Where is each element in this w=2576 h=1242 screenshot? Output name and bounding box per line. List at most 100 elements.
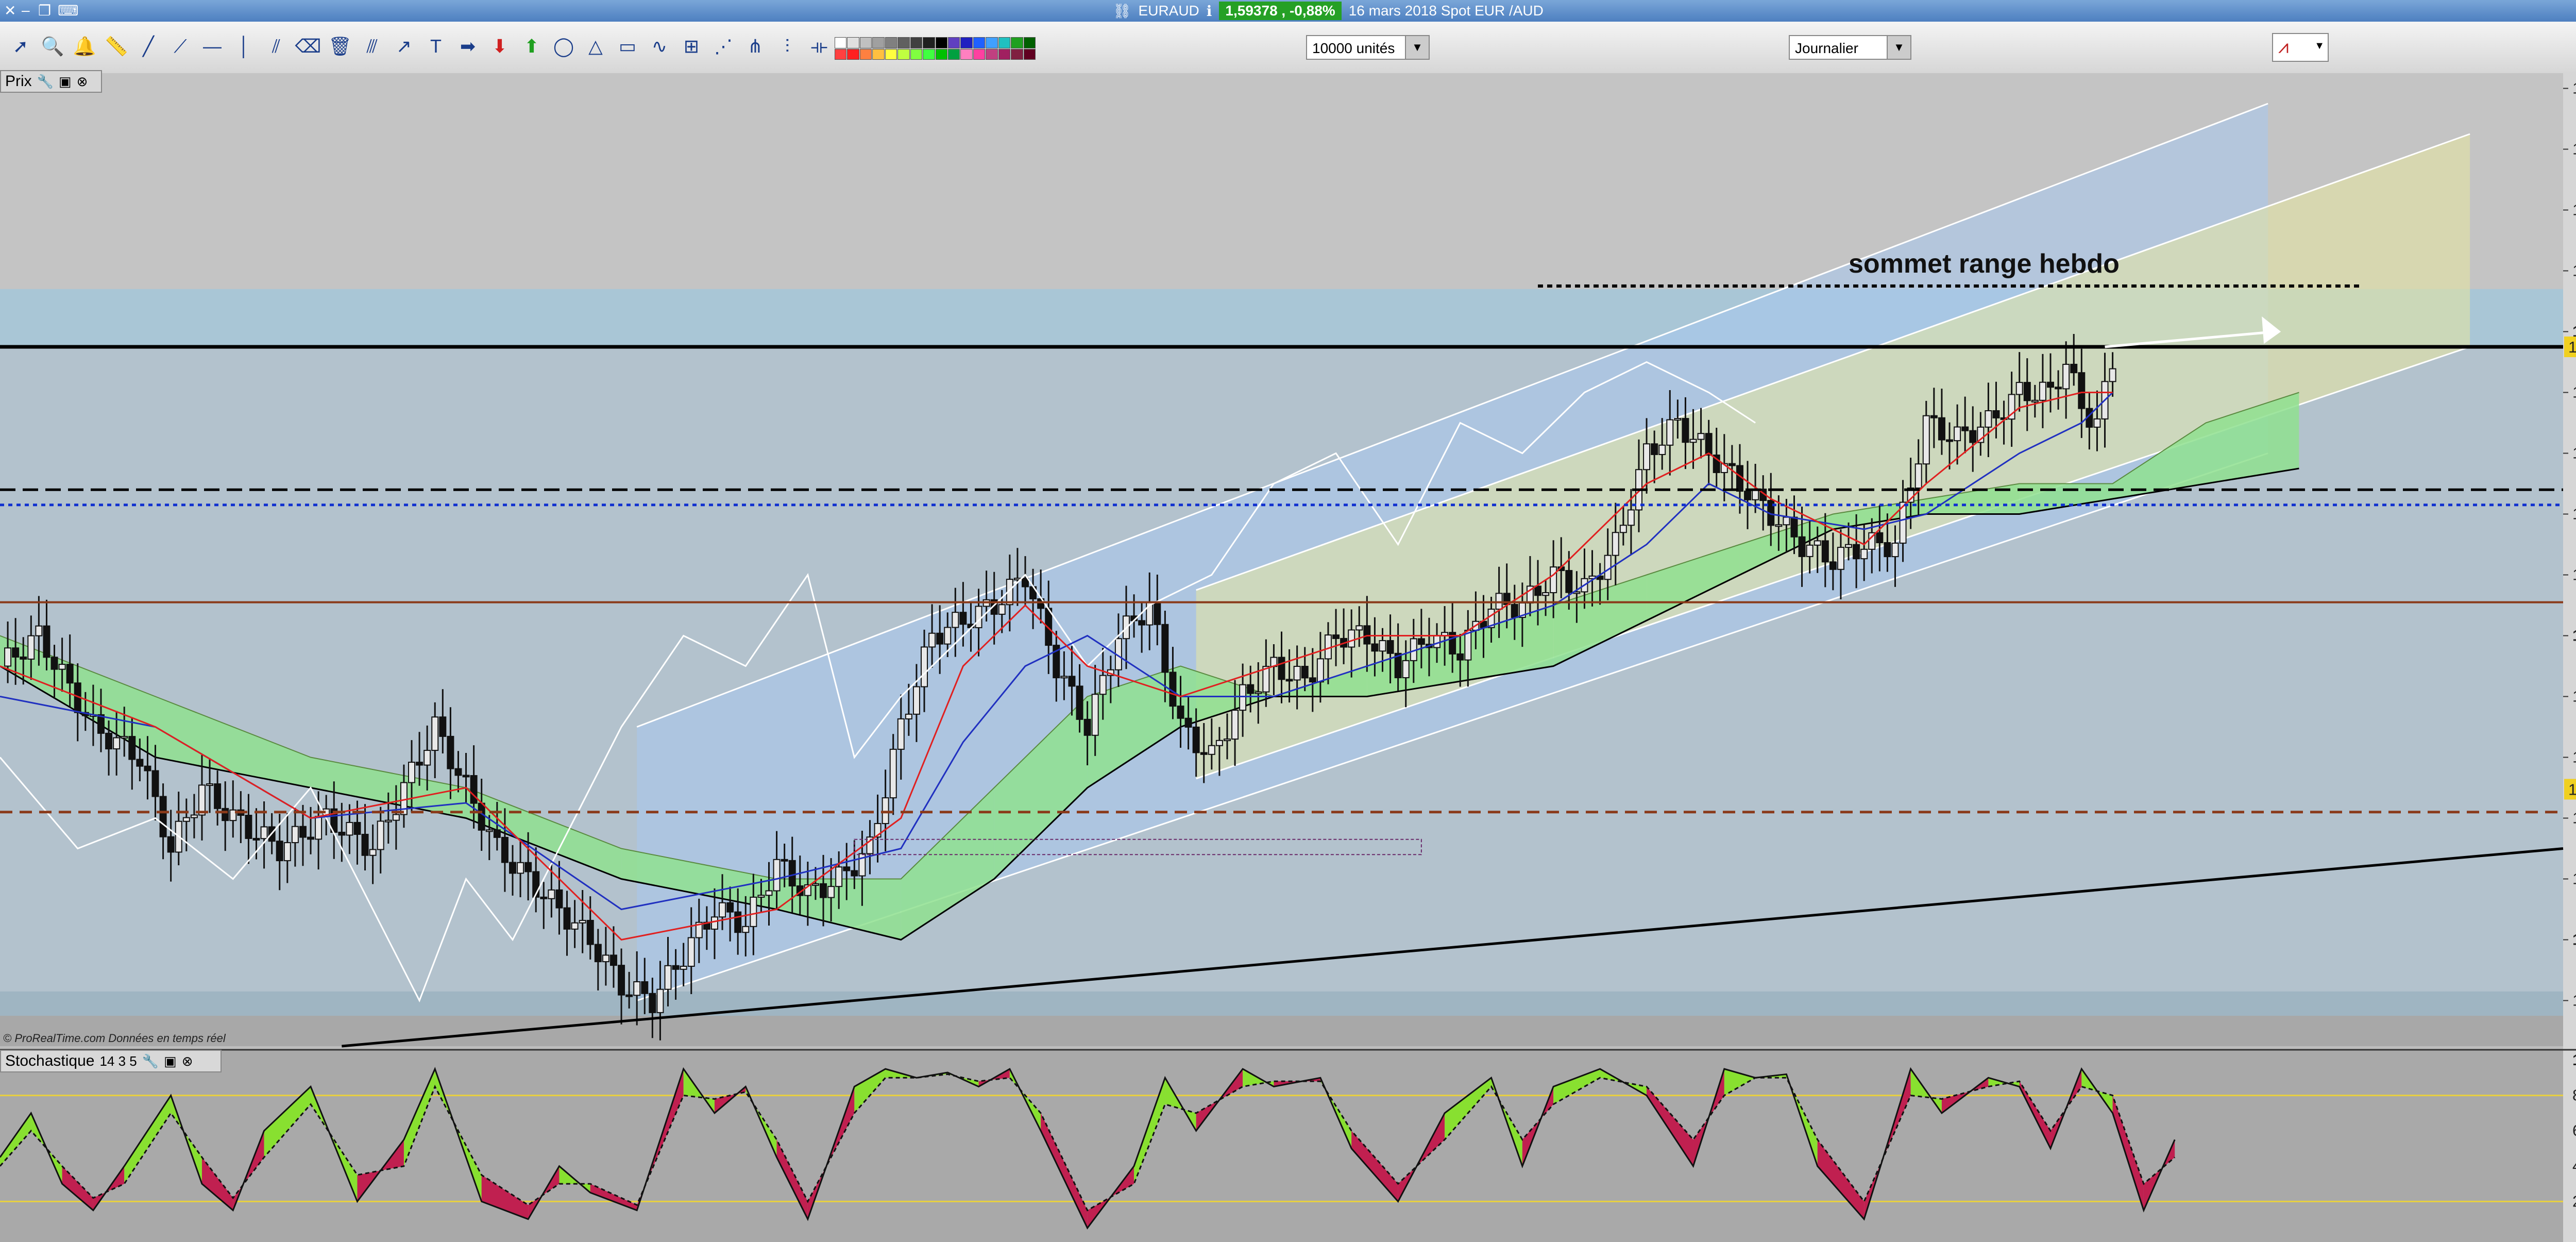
palette-swatch[interactable] (885, 37, 897, 48)
candle-body (346, 821, 353, 836)
minimize-icon[interactable]: – (22, 2, 30, 19)
parallel-channel-icon[interactable]: ⫽ (263, 33, 290, 60)
palette-swatch[interactable] (998, 48, 1011, 60)
sell-arrow-icon[interactable]: ⬇ (486, 33, 513, 60)
palette-swatch[interactable] (960, 48, 973, 60)
palette-swatch[interactable] (986, 37, 998, 48)
indicator-chart-button[interactable]: ⩘ ▼ (2272, 33, 2329, 62)
fibonacci-icon[interactable]: ⫻ (359, 33, 385, 60)
close-icon[interactable]: ✕ (4, 2, 16, 19)
candle-body (423, 750, 431, 766)
palette-swatch[interactable] (973, 48, 986, 60)
ruler-icon[interactable]: 📏 (103, 33, 130, 60)
palette-swatch[interactable] (947, 37, 960, 48)
candle-body (1821, 540, 1829, 563)
palette-swatch[interactable] (986, 48, 998, 60)
chart-area[interactable]: sommet range hebdo 1,38 1,4 1,42 1,44 1,46 1,… (0, 73, 2576, 1242)
right-arrow-icon[interactable]: ➡ (454, 33, 481, 60)
wave-icon[interactable]: ∿ (646, 33, 673, 60)
palette-swatch[interactable] (859, 48, 872, 60)
palette-swatch[interactable] (947, 48, 960, 60)
wrench-icon[interactable]: 🔧 (142, 1050, 159, 1072)
window-icon[interactable]: ▣ (59, 70, 72, 93)
rectangle-icon[interactable]: ▭ (614, 33, 641, 60)
price-tick-label: 1,56 (2572, 444, 2576, 462)
candle-body (851, 870, 858, 877)
buy-arrow-icon[interactable]: ⬆ (518, 33, 545, 60)
palette-swatch[interactable] (847, 37, 859, 48)
candle-body (882, 797, 889, 825)
color-palette[interactable] (835, 37, 1036, 60)
quantity-select[interactable]: 10000 unités ▼ (1306, 35, 1430, 60)
palette-swatch[interactable] (923, 37, 935, 48)
palette-swatch[interactable] (872, 37, 885, 48)
price-tick-label: 1,54 (2572, 505, 2576, 523)
arrow-tool-icon[interactable]: ↗ (391, 33, 417, 60)
palette-swatch[interactable] (1011, 37, 1023, 48)
candle-body (369, 849, 377, 856)
horizontal-line-icon[interactable]: — (199, 33, 226, 60)
ray-icon[interactable]: ⟋ (167, 33, 194, 60)
palette-swatch[interactable] (847, 48, 859, 60)
palette-swatch[interactable] (910, 37, 923, 48)
palette-swatch[interactable] (835, 37, 847, 48)
palette-swatch[interactable] (973, 37, 986, 48)
candle-body (1651, 443, 1658, 455)
window-icon[interactable]: ▣ (164, 1050, 177, 1072)
keyboard-icon[interactable]: ⌨ (58, 2, 78, 19)
close-icon[interactable]: ⊗ (77, 70, 88, 93)
palette-swatch[interactable] (998, 37, 1011, 48)
close-icon[interactable]: ⊗ (182, 1050, 193, 1072)
pointer-icon[interactable]: ➚ (7, 33, 34, 60)
candle-body (1177, 706, 1184, 719)
palette-swatch[interactable] (885, 48, 897, 60)
palette-swatch[interactable] (1011, 48, 1023, 60)
wrench-icon[interactable]: 🔧 (37, 70, 54, 93)
candle-body (1914, 463, 1922, 489)
stochastic-panel[interactable] (0, 1049, 2576, 1242)
drawing-toolbar: ➚ 🔍 🔔 📏 ╱ ⟋ — │ ⫽ ⌫ 🗑 ⫻ ↗ T ➡ ⬇ ⬆ ◯ △ ▭ ∿ ⊞ ⋰ ⋔ ⫶ ⟛ 10000 unités … (0, 22, 2576, 74)
chevron-down-icon[interactable]: ▼ (1405, 36, 1429, 59)
eraser-icon[interactable]: ⌫ (295, 33, 321, 60)
candle-body (1215, 740, 1223, 746)
palette-swatch[interactable] (923, 48, 935, 60)
info-icon[interactable]: ℹ (1207, 3, 1212, 20)
candle-body (835, 866, 843, 887)
palette-swatch[interactable] (897, 37, 910, 48)
trash-icon[interactable]: 🗑 (327, 33, 353, 60)
alert-bell-icon[interactable]: 🔔 (71, 33, 98, 60)
gann-icon[interactable]: ⊞ (678, 33, 705, 60)
candle-body (1285, 679, 1293, 682)
palette-swatch[interactable] (1023, 48, 1036, 60)
palette-swatch[interactable] (935, 37, 947, 48)
palette-swatch[interactable] (859, 37, 872, 48)
palette-swatch[interactable] (935, 48, 947, 60)
palette-swatch[interactable] (835, 48, 847, 60)
candle-body (214, 783, 222, 809)
palette-swatch[interactable] (910, 48, 923, 60)
text-icon[interactable]: T (422, 33, 449, 60)
fan-icon[interactable]: ⟛ (806, 33, 833, 60)
candle-body (1099, 675, 1107, 695)
andrews-fork-icon[interactable]: ⋔ (742, 33, 769, 60)
zoom-icon[interactable]: 🔍 (39, 33, 66, 60)
restore-icon[interactable]: ❐ (38, 2, 51, 19)
vertical-line-icon[interactable]: │ (231, 33, 258, 60)
candle-body (1682, 418, 1689, 443)
link-icon[interactable]: ⛓ (1113, 3, 1131, 20)
palette-swatch[interactable] (1023, 37, 1036, 48)
palette-swatch[interactable] (960, 37, 973, 48)
candle-body (1658, 444, 1666, 455)
ellipse-icon[interactable]: ◯ (550, 33, 577, 60)
candle-body (1837, 547, 1844, 570)
lower-zone-band (0, 991, 2563, 1016)
regression-channel-icon[interactable]: ⋰ (710, 33, 737, 60)
triangle-icon[interactable]: △ (582, 33, 609, 60)
line-icon[interactable]: ╱ (135, 33, 162, 60)
chevron-down-icon[interactable]: ▼ (1887, 36, 1910, 59)
gann-fan-icon[interactable]: ⫶ (774, 33, 801, 60)
palette-swatch[interactable] (872, 48, 885, 60)
candle-body (299, 826, 307, 838)
palette-swatch[interactable] (897, 48, 910, 60)
period-select[interactable]: Journalier ▼ (1789, 35, 1911, 60)
